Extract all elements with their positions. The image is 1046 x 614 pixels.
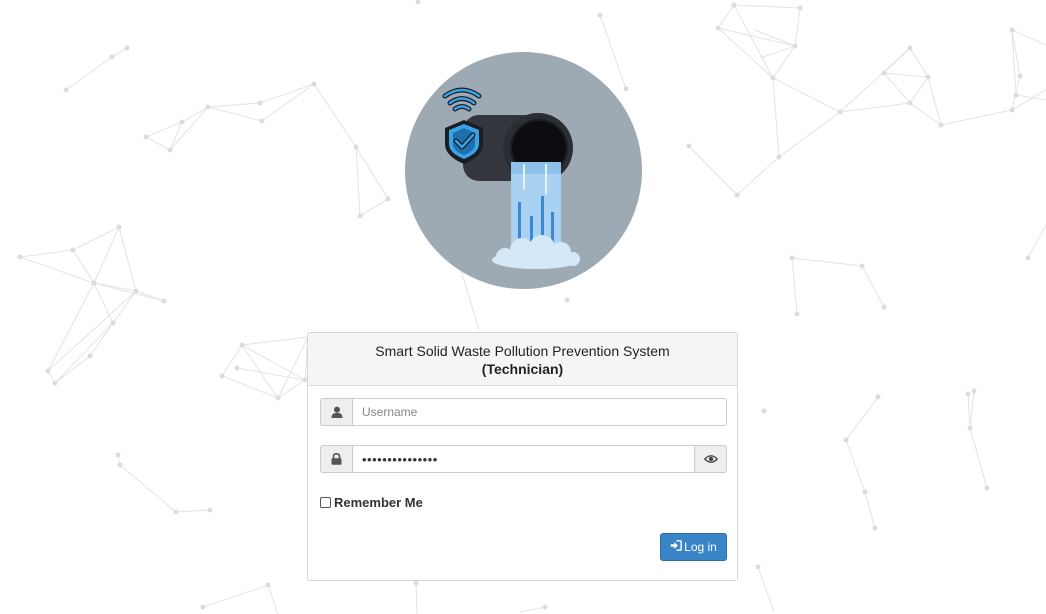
system-logo	[405, 52, 642, 289]
user-icon	[320, 398, 352, 426]
login-panel: Smart Solid Waste Pollution Prevention S…	[307, 332, 738, 581]
panel-heading: Smart Solid Waste Pollution Prevention S…	[308, 333, 737, 386]
waste-pipe-shield-wifi-icon	[405, 52, 642, 289]
eye-icon[interactable]	[695, 445, 727, 473]
username-group	[320, 398, 727, 426]
password-group	[320, 445, 727, 473]
remember-me-label: Remember Me	[334, 495, 423, 510]
lock-icon	[320, 445, 352, 473]
role-subtitle: (Technician)	[481, 361, 564, 377]
remember-me[interactable]: Remember Me	[320, 495, 423, 510]
system-title: Smart Solid Waste Pollution Prevention S…	[375, 343, 670, 359]
login-button[interactable]: Log in	[660, 533, 727, 561]
username-input[interactable]	[352, 398, 727, 426]
login-page: Smart Solid Waste Pollution Prevention S…	[0, 0, 1046, 614]
password-input[interactable]	[352, 445, 695, 473]
remember-me-checkbox[interactable]	[320, 497, 331, 508]
sign-in-icon	[670, 540, 683, 554]
login-button-label: Log in	[684, 540, 717, 554]
login-form: Remember Me Log in	[308, 386, 737, 580]
